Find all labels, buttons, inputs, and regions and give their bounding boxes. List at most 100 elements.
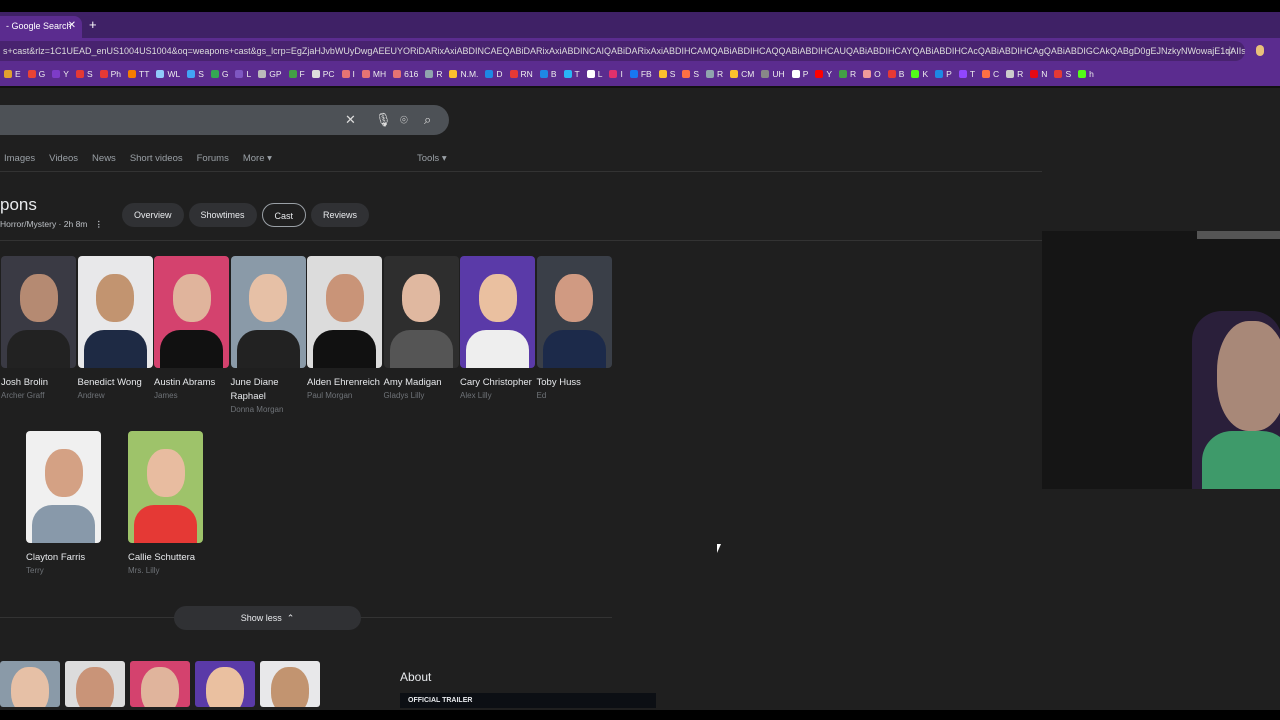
bookmark-item[interactable]: C (982, 69, 999, 86)
cast-name[interactable]: Clayton Farris (26, 551, 101, 565)
cast-member[interactable]: Toby Huss Ed (536, 256, 612, 400)
bookmark-item[interactable]: S (1054, 69, 1071, 86)
chip-showtimes[interactable]: Showtimes (188, 203, 257, 227)
cast-photo[interactable] (536, 256, 612, 368)
bookmark-item[interactable]: TT (128, 69, 149, 86)
bookmark-item[interactable]: B (887, 69, 904, 86)
bookmark-item[interactable]: K (911, 69, 928, 86)
bookmark-item[interactable]: S (658, 69, 675, 86)
new-tab-icon[interactable]: + (89, 17, 97, 32)
bookmark-item[interactable]: 616 (393, 69, 418, 86)
bookmark-item[interactable]: O (863, 69, 881, 86)
cast-photo[interactable] (26, 431, 101, 543)
nav-tab-short[interactable]: Short videos (130, 153, 183, 164)
nav-tab-images[interactable]: Images (4, 153, 35, 164)
bookmark-item[interactable]: G (27, 69, 45, 86)
bookmark-item[interactable]: N (1030, 69, 1047, 86)
bookmark-item[interactable]: I (609, 69, 623, 86)
cast-photo[interactable] (383, 256, 459, 368)
cast-name[interactable]: Cary Christopher (460, 376, 535, 390)
close-tab-icon[interactable]: ✕ (68, 20, 76, 31)
nav-tab-news[interactable]: News (92, 153, 116, 164)
cast-photo[interactable] (460, 256, 535, 368)
image-thumbnail[interactable] (195, 661, 255, 707)
bookmark-item[interactable]: G (210, 69, 228, 86)
browser-tab[interactable]: - Google Search ✕ (0, 16, 82, 38)
bookmark-item[interactable]: N.M. (449, 69, 478, 86)
microphone-icon[interactable]: 🎙 (375, 112, 392, 128)
bookmark-item[interactable]: Y (815, 69, 832, 86)
bookmark-item[interactable]: I (341, 69, 355, 86)
cast-member[interactable]: Callie Schuttera Mrs. Lilly (128, 431, 203, 575)
cast-photo[interactable] (77, 256, 153, 368)
bookmark-item[interactable]: MH (361, 69, 386, 86)
cast-member[interactable]: June Diane Raphael Donna Morgan (230, 256, 306, 414)
cast-member[interactable]: Cary Christopher Alex Lilly (460, 256, 535, 400)
bookmark-item[interactable]: E (4, 69, 21, 86)
bookmark-item[interactable]: GP (258, 69, 282, 86)
cast-name[interactable]: Toby Huss (537, 376, 612, 390)
bookmark-item[interactable]: Y (52, 69, 69, 86)
bookmark-item[interactable]: RN (509, 69, 533, 86)
bookmark-item[interactable]: Ph (99, 69, 121, 86)
chip-reviews[interactable]: Reviews (311, 203, 370, 227)
bookmark-item[interactable]: FB (629, 69, 652, 86)
nav-tab-forums[interactable]: Forums (197, 153, 229, 164)
image-thumbnail[interactable] (0, 661, 60, 707)
bookmark-item[interactable]: S (187, 69, 204, 86)
bookmark-item[interactable]: P (791, 69, 808, 86)
cast-name[interactable]: Alden Ehrenreich (307, 376, 382, 390)
cast-name[interactable]: Josh Brolin (1, 376, 76, 390)
bookmark-star-icon[interactable]: ☆ (1225, 44, 1235, 57)
cast-name[interactable]: Callie Schuttera (128, 551, 203, 565)
bookmark-item[interactable]: L (235, 69, 251, 86)
bookmark-item[interactable]: B (539, 69, 557, 86)
image-thumbnail[interactable] (260, 661, 320, 707)
bookmark-item[interactable]: R (425, 69, 442, 86)
cast-member[interactable]: Amy Madigan Gladys Lilly (383, 256, 459, 400)
chip-overview[interactable]: Overview (122, 203, 184, 227)
show-less-button[interactable]: Show less ⌃ (174, 606, 361, 630)
bookmark-item[interactable]: P (935, 69, 952, 86)
cast-member[interactable]: Austin Abrams James (154, 256, 229, 400)
nav-tab-videos[interactable]: Videos (49, 153, 78, 164)
bookmark-item[interactable]: T (563, 69, 580, 86)
cast-name[interactable]: Benedict Wong (78, 376, 153, 390)
address-bar[interactable]: s+cast&rlz=1C1UEAD_enUS1004US1004&oq=wea… (0, 41, 1245, 61)
image-thumbnail[interactable] (130, 661, 190, 707)
clear-icon[interactable]: ✕ (345, 112, 356, 128)
bookmark-item[interactable]: L (586, 69, 602, 86)
cast-photo[interactable] (128, 431, 203, 543)
cast-name[interactable]: Austin Abrams (154, 376, 229, 390)
cast-photo[interactable] (154, 256, 229, 368)
bookmark-item[interactable]: D (485, 69, 503, 86)
search-icon[interactable]: ⌕ (424, 112, 431, 128)
bookmark-item[interactable]: R (706, 69, 723, 86)
cast-member[interactable]: Alden Ehrenreich Paul Morgan (307, 256, 382, 400)
bookmark-item[interactable]: T (958, 69, 975, 86)
search-box[interactable]: ✕ 🎙 ⌾ ⌕ (0, 105, 449, 135)
bookmark-item[interactable]: PC (311, 69, 335, 86)
cast-name[interactable]: Amy Madigan (384, 376, 459, 390)
cast-member[interactable]: Benedict Wong Andrew (77, 256, 153, 400)
chip-cast[interactable]: Cast (261, 203, 307, 227)
cast-member[interactable]: Clayton Farris Terry (26, 431, 101, 575)
bookmark-item[interactable]: R (839, 69, 856, 86)
cast-name[interactable]: June Diane Raphael (231, 376, 306, 404)
camera-search-icon[interactable]: ⌾ (400, 112, 408, 128)
bookmark-item[interactable]: WL (156, 69, 180, 86)
bookmark-item[interactable]: CM (730, 69, 754, 86)
image-thumbnail[interactable] (65, 661, 125, 707)
bookmark-item[interactable]: h (1078, 69, 1094, 86)
bookmark-item[interactable]: S (75, 69, 93, 86)
bookmark-item[interactable]: F (288, 69, 305, 86)
extension-icon[interactable] (1256, 45, 1264, 56)
nav-tab-more[interactable]: More ▾ (243, 153, 272, 164)
trailer-video[interactable]: OFFICIAL TRAILER (400, 693, 656, 708)
cast-photo[interactable] (1, 256, 76, 368)
more-options-icon[interactable]: ⋮ (94, 219, 103, 229)
bookmark-item[interactable]: R (1006, 69, 1023, 86)
bookmark-item[interactable]: UH (761, 69, 785, 86)
cast-photo[interactable] (230, 256, 306, 368)
tools-button[interactable]: Tools ▾ (417, 153, 447, 164)
